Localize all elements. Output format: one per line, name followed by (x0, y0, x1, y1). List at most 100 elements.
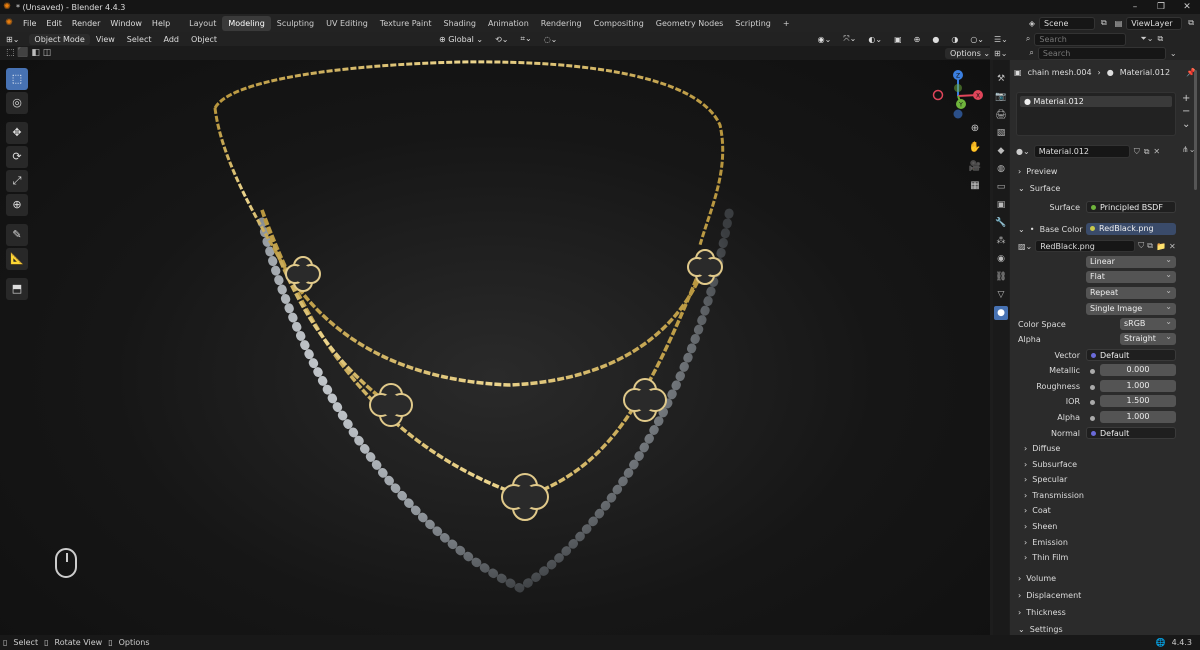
viewport-options-dropdown[interactable]: Options ⌄ (945, 48, 996, 59)
image-browse-icon[interactable]: ▨⌄ (1018, 242, 1032, 251)
shading-solid-icon[interactable]: ● (926, 35, 945, 44)
material-slot-item[interactable]: ● Material.012 (1020, 96, 1172, 107)
rotate-tool-icon[interactable]: ⟳ (6, 146, 28, 168)
new-scene-icon[interactable]: ⧉ (1101, 18, 1107, 28)
blender-menu-icon[interactable]: ✺ (0, 18, 18, 28)
settings-panel-header[interactable]: ⌄ Settings (1018, 625, 1063, 634)
duplicate-material-icon[interactable]: ⧉ (1144, 147, 1150, 157)
filter-icon[interactable]: ⏷⌄ (1140, 34, 1153, 44)
normal-field[interactable]: Default (1086, 427, 1176, 439)
tab-texture-paint[interactable]: Texture Paint (374, 16, 438, 31)
material-browse-icon[interactable]: ●⌄ (1016, 147, 1030, 156)
visibility-icon[interactable]: ◉⌄ (812, 35, 838, 44)
scale-tool-icon[interactable]: ⤢ (6, 170, 28, 192)
tab-shading[interactable]: Shading (437, 16, 482, 31)
slot-specials-icon[interactable]: ⌄ (1182, 118, 1190, 131)
properties-scrollbar[interactable] (1194, 70, 1197, 190)
ior-socket-icon[interactable] (1090, 400, 1095, 405)
diffuse-subpanel[interactable]: › Diffuse (1024, 444, 1060, 453)
view-layer-field[interactable]: ViewLayer (1126, 16, 1183, 30)
image-duplicate-icon[interactable]: ⧉ (1147, 241, 1153, 251)
ior-field[interactable]: 1.500 (1100, 395, 1176, 407)
material-name-field[interactable]: Material.012 (1033, 145, 1130, 158)
menu-file[interactable]: File (18, 19, 41, 28)
select-box-tool-icon[interactable]: ⬚ (6, 68, 28, 90)
tab-scripting[interactable]: Scripting (729, 16, 777, 31)
remove-slot-icon[interactable]: − (1182, 105, 1190, 118)
tab-animation[interactable]: Animation (482, 16, 535, 31)
tab-layout[interactable]: Layout (183, 16, 222, 31)
minimize-button[interactable]: – (1122, 2, 1148, 12)
scene-tab-icon[interactable]: ◆ (994, 144, 1008, 158)
3d-viewport[interactable] (0, 60, 990, 635)
menu-edit[interactable]: Edit (41, 19, 67, 28)
physics-tab-icon[interactable]: ◉ (994, 252, 1008, 266)
data-tab-icon[interactable]: ▽ (994, 288, 1008, 302)
metallic-socket-icon[interactable] (1090, 369, 1095, 374)
cursor-tool-icon[interactable]: ◎ (6, 92, 28, 114)
menu-object[interactable]: Object (185, 35, 223, 44)
extension-dropdown[interactable]: Repeat (1086, 285, 1176, 299)
gizmo-toggle-icon[interactable]: ⤧⌄ (837, 34, 862, 44)
coat-subpanel[interactable]: › Coat (1024, 506, 1051, 515)
add-slot-icon[interactable]: + (1182, 92, 1190, 105)
ortho-grid-icon[interactable]: ▦ (966, 177, 984, 195)
alpha-field[interactable]: 1.000 (1100, 411, 1176, 423)
menu-view[interactable]: View (90, 35, 121, 44)
object-mode-dropdown[interactable]: Object Mode (29, 33, 90, 45)
shading-rendered-icon[interactable]: ○⌄ (964, 35, 990, 44)
snap-icon[interactable]: ⌗⌄ (514, 34, 537, 44)
pan-hand-icon[interactable]: ✋ (966, 139, 984, 157)
menu-render[interactable]: Render (67, 19, 105, 28)
new-view-layer-icon[interactable]: ⧉ (1188, 18, 1194, 28)
editor-type-icon[interactable]: ⊞⌄ (0, 35, 25, 44)
metallic-field[interactable]: 0.000 (1100, 364, 1176, 376)
overlay-toggle-icon[interactable]: ◐⌄ (862, 35, 888, 44)
collection-tab-icon[interactable]: ▭ (994, 180, 1008, 194)
properties-search-input[interactable]: Search (1037, 46, 1166, 60)
xray-icon[interactable]: ▣ (888, 35, 908, 44)
unlink-material-icon[interactable]: ✕ (1153, 147, 1160, 156)
transform-tool-icon[interactable]: ⊕ (6, 194, 28, 216)
shading-material-icon[interactable]: ◑ (945, 35, 964, 44)
selection-mode-icons[interactable]: ⬚ ⬛ ◧ ◫ (0, 48, 57, 58)
alpha-mode-dropdown[interactable]: Straight (1120, 331, 1176, 345)
subsurface-subpanel[interactable]: › Subsurface (1024, 460, 1077, 469)
fake-user-icon[interactable]: ⛉ (1134, 147, 1140, 157)
tab-geometry-nodes[interactable]: Geometry Nodes (650, 16, 729, 31)
measure-tool-icon[interactable]: 📐 (6, 248, 28, 270)
constraints-tab-icon[interactable]: ⛓ (994, 270, 1008, 284)
output-tab-icon[interactable]: 🖨 (994, 108, 1008, 122)
material-tab-icon[interactable]: ● (994, 306, 1008, 320)
camera-view-icon[interactable]: 🎥 (966, 158, 984, 176)
outliner-search-input[interactable]: Search (1034, 32, 1127, 46)
tab-rendering[interactable]: Rendering (535, 16, 588, 31)
editor-type-icon[interactable]: ☰⌄ (994, 35, 1008, 44)
tab-sculpting[interactable]: Sculpting (271, 16, 320, 31)
interpolation-dropdown[interactable]: Linear (1086, 254, 1176, 268)
options-chevron-icon[interactable]: ⌄ (1170, 49, 1177, 58)
roughness-field[interactable]: 1.000 (1100, 380, 1176, 392)
base-color-row[interactable]: ⌄ • Base Color (1018, 225, 1083, 234)
modifier-tab-icon[interactable]: 🔧 (994, 216, 1008, 230)
specular-subpanel[interactable]: › Specular (1024, 475, 1067, 484)
image-open-folder-icon[interactable]: 📁 (1156, 242, 1166, 251)
menu-select[interactable]: Select (121, 35, 158, 44)
pivot-icon[interactable]: ⟲⌄ (489, 35, 514, 44)
annotate-tool-icon[interactable]: ✎ (6, 224, 28, 246)
image-fake-user-icon[interactable]: ⛉ (1138, 241, 1144, 251)
move-tool-icon[interactable]: ✥ (6, 122, 28, 144)
view-layer-tab-icon[interactable]: ▧ (994, 126, 1008, 140)
sheen-subpanel[interactable]: › Sheen (1024, 522, 1057, 531)
tab-uv-editing[interactable]: UV Editing (320, 16, 374, 31)
new-collection-icon[interactable]: ⧉ (1157, 34, 1163, 44)
image-unlink-icon[interactable]: ✕ (1169, 242, 1176, 251)
add-workspace-icon[interactable]: + (777, 16, 796, 31)
render-tab-icon[interactable]: 📷 (994, 90, 1008, 104)
zoom-icon[interactable]: ⊕ (966, 120, 984, 138)
menu-add[interactable]: Add (157, 35, 185, 44)
navigation-gizmo[interactable]: Z X Y (928, 68, 984, 124)
surface-shader-field[interactable]: Principled BSDF (1086, 201, 1176, 213)
alpha-socket-icon[interactable] (1090, 416, 1095, 421)
transmission-subpanel[interactable]: › Transmission (1024, 491, 1084, 500)
